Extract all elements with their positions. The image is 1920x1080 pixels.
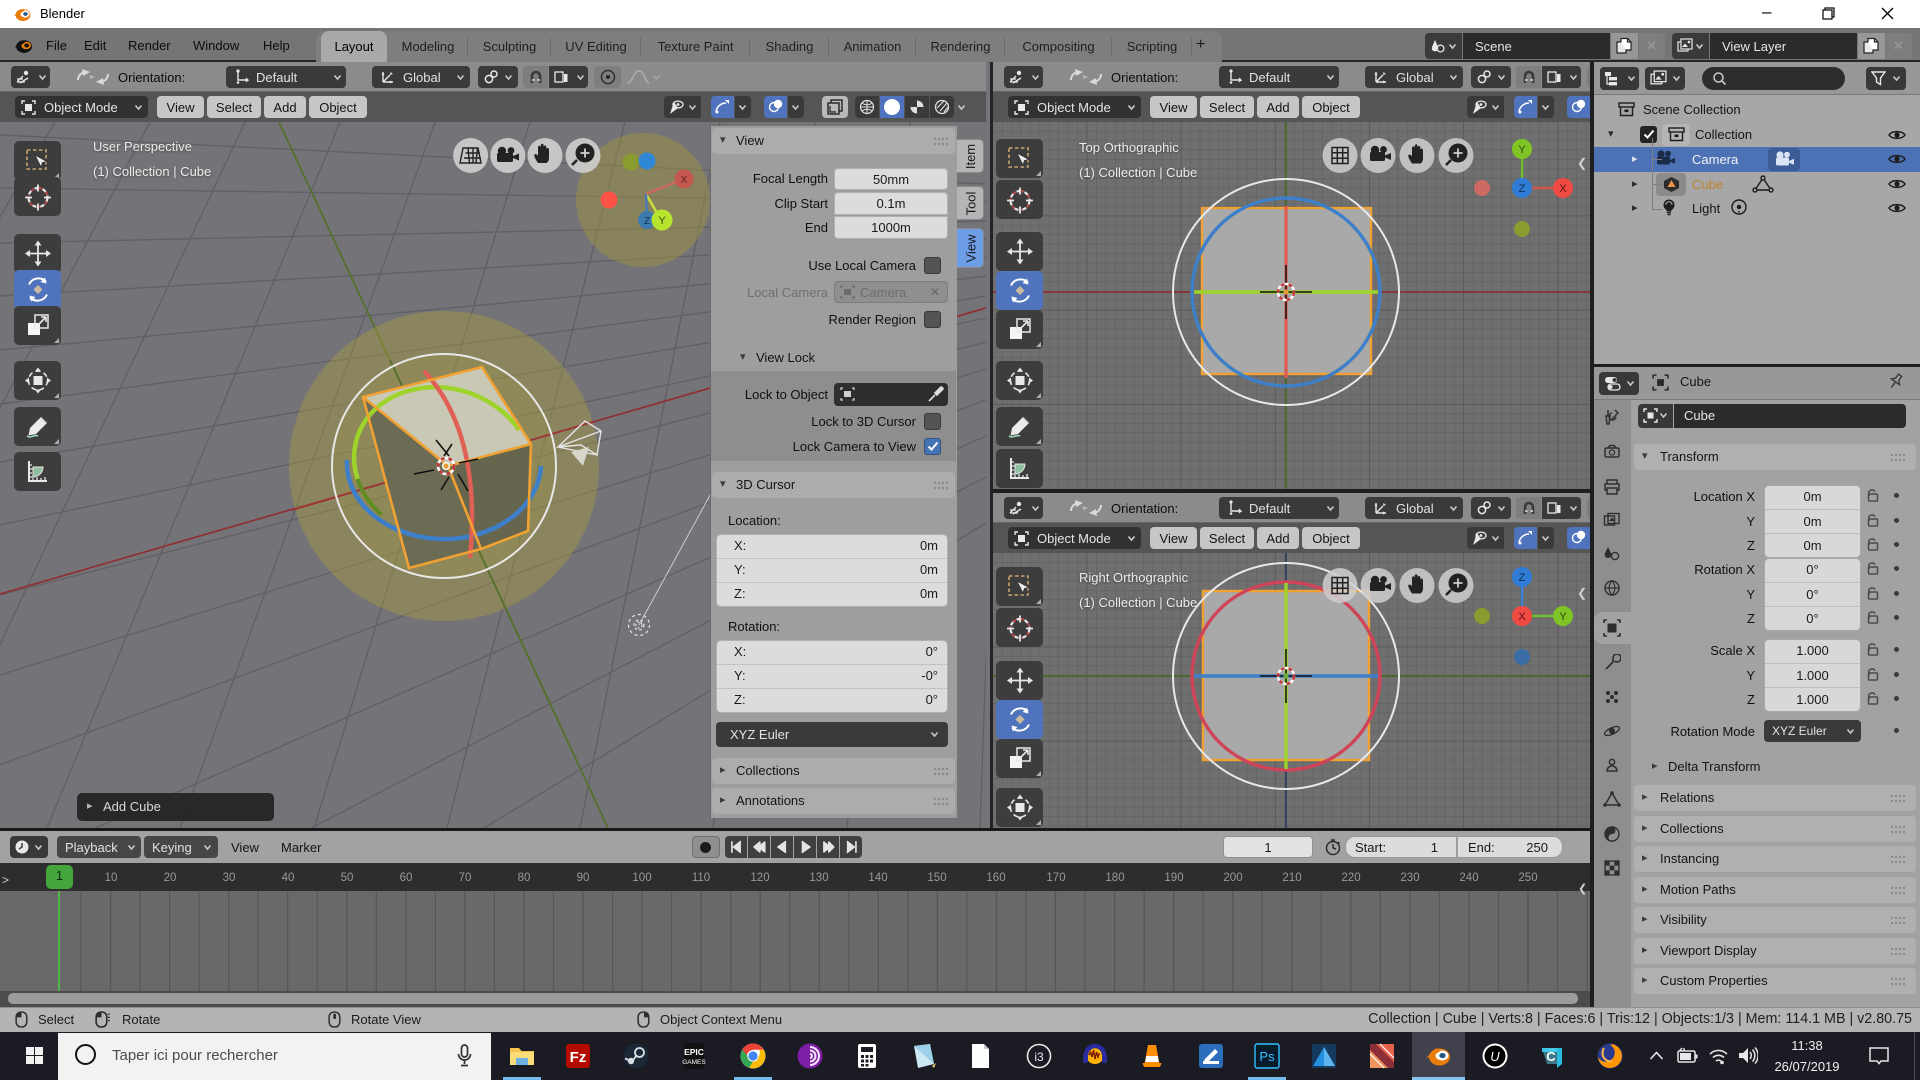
svg-text:Y: Y — [658, 215, 666, 227]
svg-text:70: 70 — [459, 872, 472, 884]
svg-text:Y: Y — [1559, 611, 1567, 623]
svg-text:60: 60 — [400, 872, 413, 884]
svg-text:140: 140 — [868, 872, 887, 884]
svg-text:180: 180 — [1105, 872, 1124, 884]
svg-text:200: 200 — [1223, 872, 1242, 884]
svg-text:Ps: Ps — [1259, 1049, 1275, 1064]
svg-text:Z: Z — [644, 216, 650, 227]
svg-text:90: 90 — [577, 872, 590, 884]
svg-text:Y: Y — [1518, 144, 1526, 156]
svg-text:X: X — [1559, 183, 1567, 195]
svg-text:30: 30 — [223, 872, 236, 884]
svg-text:❮: ❮ — [1577, 586, 1587, 600]
svg-text:C: C — [1546, 1049, 1556, 1064]
svg-text:40: 40 — [282, 872, 295, 884]
svg-text:110: 110 — [692, 872, 710, 884]
svg-text:Z: Z — [1519, 183, 1526, 195]
svg-text:190: 190 — [1164, 872, 1183, 884]
svg-text:U: U — [1490, 1049, 1500, 1064]
svg-text:Z: Z — [1519, 572, 1526, 584]
svg-text:160: 160 — [986, 872, 1005, 884]
svg-text:250: 250 — [1518, 872, 1537, 884]
svg-text:120: 120 — [750, 872, 769, 884]
svg-text:10: 10 — [105, 872, 118, 884]
svg-text:❮: ❮ — [1577, 156, 1587, 170]
svg-text:230: 230 — [1400, 872, 1419, 884]
svg-text:Fz: Fz — [570, 1049, 587, 1066]
svg-text:20: 20 — [164, 872, 177, 884]
svg-text:GAMES: GAMES — [682, 1059, 706, 1066]
svg-text:i3: i3 — [1034, 1050, 1044, 1064]
svg-text:240: 240 — [1459, 872, 1478, 884]
svg-text:EPIC: EPIC — [684, 1047, 704, 1057]
svg-text:X: X — [681, 175, 688, 186]
svg-text:170: 170 — [1046, 872, 1065, 884]
svg-text:80: 80 — [518, 872, 531, 884]
svg-text:150: 150 — [927, 872, 946, 884]
svg-text:210: 210 — [1282, 872, 1301, 884]
svg-text:100: 100 — [632, 872, 651, 884]
svg-text:50: 50 — [341, 872, 354, 884]
svg-text:130: 130 — [809, 872, 828, 884]
svg-text:220: 220 — [1341, 872, 1360, 884]
svg-text:X: X — [1518, 611, 1526, 623]
